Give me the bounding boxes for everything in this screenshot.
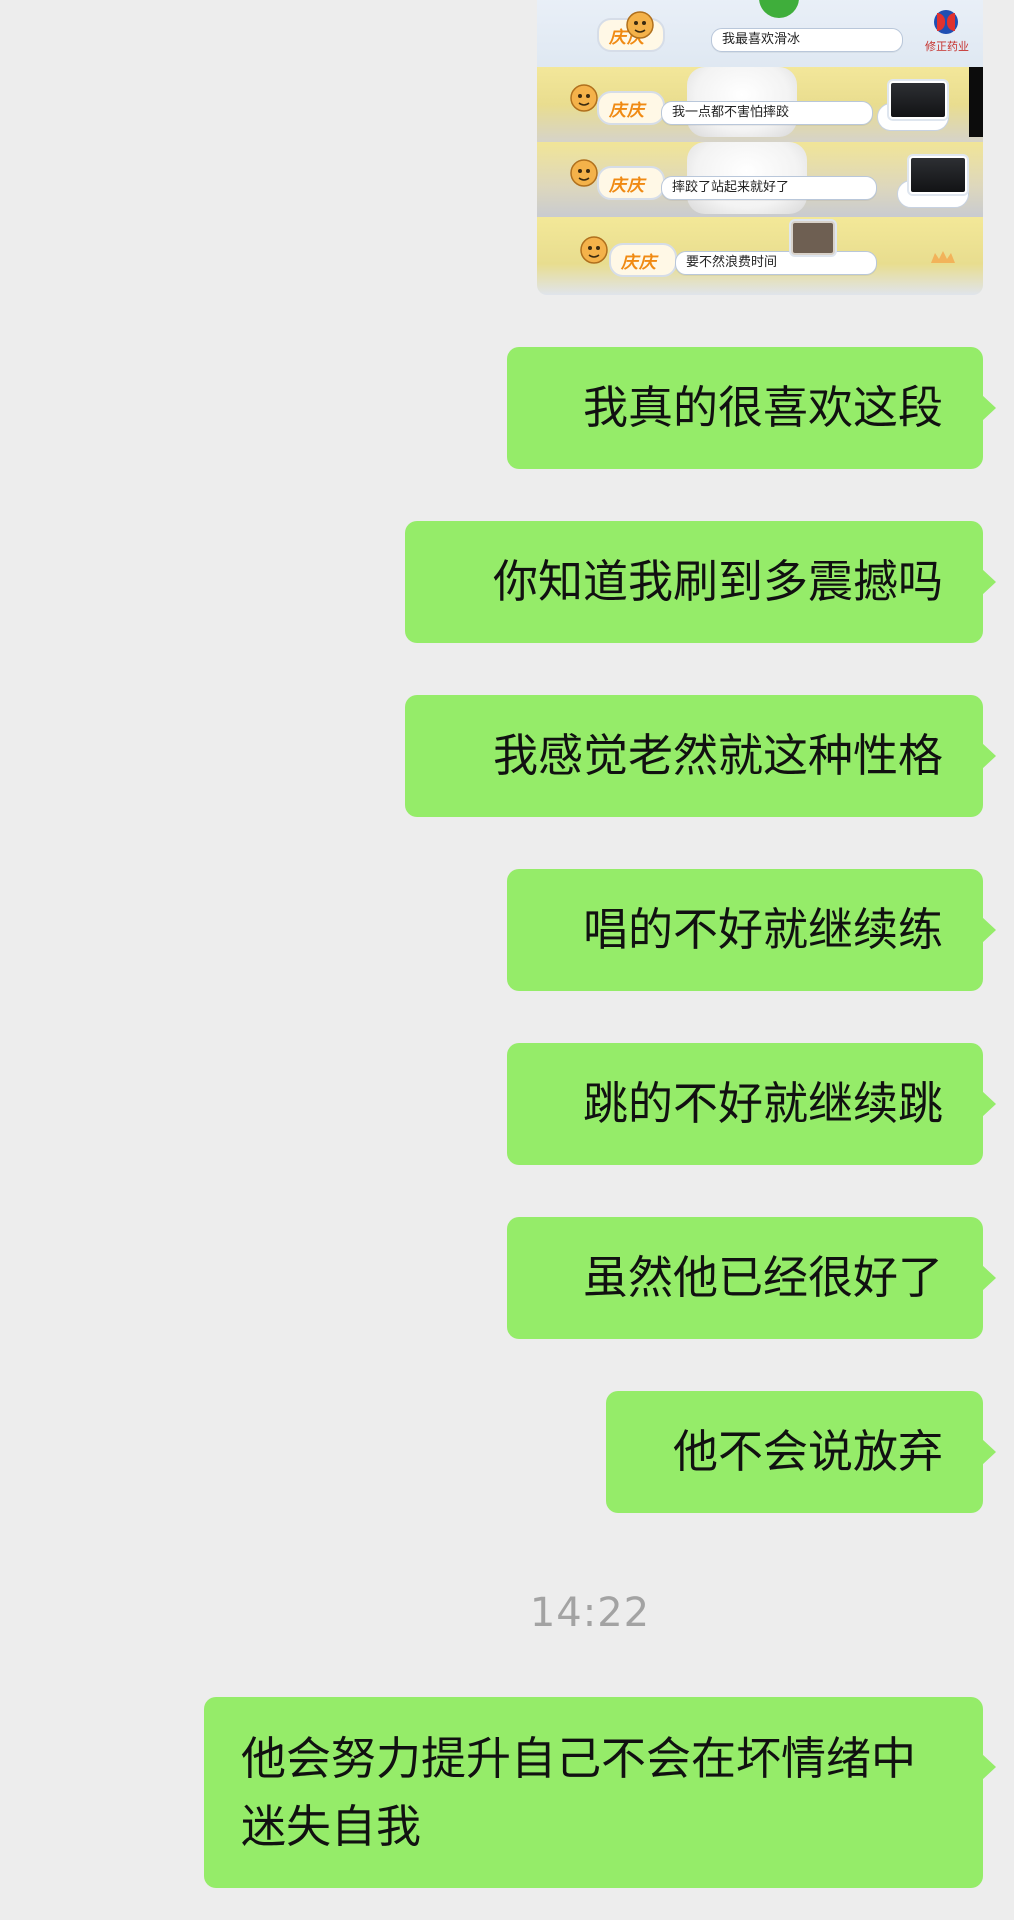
message-text: 我真的很喜欢这段 — [582, 381, 943, 434]
chair-object — [791, 221, 835, 255]
watermark-icon — [925, 247, 965, 269]
message-text: 唱的不好就继续练 — [582, 903, 943, 956]
message-bubble-outgoing[interactable]: 他不会说放弃 — [606, 1391, 996, 1513]
caption: 我最喜欢滑冰 — [711, 28, 903, 52]
chat-conversation: 庆庆 我最喜欢滑冰 修正药业 庆庆 我一点都不害怕摔跤 庆庆 摔跤了站起来就好了… — [0, 0, 1014, 1920]
character-tag: 庆庆 — [597, 166, 665, 200]
message-timestamp: 14:22 — [529, 1590, 651, 1636]
message-text: 我感觉老然就这种性格 — [492, 729, 943, 782]
tiger-mascot-icon — [625, 10, 655, 40]
character-tag: 庆庆 — [597, 91, 665, 125]
brand-logo-icon: 修正药业 — [925, 8, 969, 58]
message-bubble-outgoing[interactable]: 唱的不好就继续练 — [507, 869, 996, 991]
image-frame-4: 庆庆 要不然浪费时间 — [537, 217, 983, 295]
product-box-image — [909, 156, 967, 194]
message-bubble-outgoing[interactable]: 你知道我刷到多震撼吗 — [405, 521, 996, 643]
caption: 要不然浪费时间 — [675, 251, 877, 275]
message-bubble-outgoing[interactable]: 跳的不好就继续跳 — [507, 1043, 996, 1165]
message-text: 他会努力提升自己不会在坏情绪中迷失自我 — [241, 1732, 917, 1853]
message-text: 跳的不好就继续跳 — [582, 1077, 943, 1130]
caption: 我一点都不害怕摔跤 — [661, 101, 873, 125]
dark-edge — [969, 67, 983, 137]
image-frame-1: 庆庆 我最喜欢滑冰 修正药业 — [537, 0, 983, 67]
caption: 摔跤了站起来就好了 — [661, 176, 877, 200]
message-bubble-outgoing[interactable]: 虽然他已经很好了 — [507, 1217, 996, 1339]
message-text: 虽然他已经很好了 — [582, 1251, 943, 1304]
product-box-image — [889, 81, 947, 119]
tiger-mascot-icon — [569, 158, 599, 188]
tiger-mascot-icon — [569, 83, 599, 113]
message-bubble-outgoing[interactable]: 我感觉老然就这种性格 — [405, 695, 996, 817]
image-message-video-thumbnail[interactable]: 庆庆 我最喜欢滑冰 修正药业 庆庆 我一点都不害怕摔跤 庆庆 摔跤了站起来就好了… — [537, 0, 983, 295]
message-text: 他不会说放弃 — [672, 1425, 943, 1478]
message-text: 你知道我刷到多震撼吗 — [492, 555, 943, 608]
tiger-mascot-icon — [579, 235, 609, 265]
image-frame-2: 庆庆 我一点都不害怕摔跤 — [537, 67, 983, 142]
green-mascot-shape — [759, 0, 799, 18]
message-bubble-outgoing[interactable]: 我真的很喜欢这段 — [507, 347, 996, 469]
message-bubble-outgoing[interactable]: 他会努力提升自己不会在坏情绪中迷失自我 — [204, 1697, 996, 1888]
image-frame-3: 庆庆 摔跤了站起来就好了 — [537, 142, 983, 217]
character-tag: 庆庆 — [609, 243, 677, 277]
